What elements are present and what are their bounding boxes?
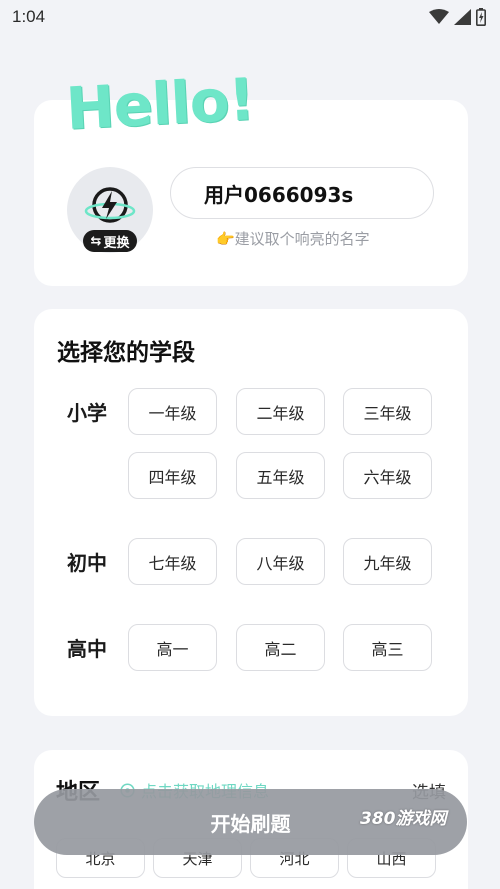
- grade-button[interactable]: 高三: [343, 624, 432, 671]
- status-icons: [429, 8, 486, 26]
- grade-button[interactable]: 一年级: [128, 388, 217, 435]
- grade-button[interactable]: 八年级: [236, 538, 325, 585]
- grade-section-title: 选择您的学段: [57, 340, 195, 366]
- grade-button[interactable]: 高二: [236, 624, 325, 671]
- status-bar: 1:04: [0, 0, 500, 34]
- grade-button[interactable]: 二年级: [236, 388, 325, 435]
- level-label-high: 高中: [67, 637, 107, 661]
- grade-card: 选择您的学段 小学 一年级 二年级 三年级 四年级 五年级 六年级 初中 七年级…: [34, 309, 468, 716]
- grade-button[interactable]: 九年级: [343, 538, 432, 585]
- level-label-primary: 小学: [67, 401, 107, 425]
- avatar-logo-icon: [84, 187, 136, 223]
- grade-button[interactable]: 高一: [128, 624, 217, 671]
- grade-button[interactable]: 四年级: [128, 452, 217, 499]
- wifi-icon: [429, 9, 449, 24]
- username-hint: 👉建议取个响亮的名字: [216, 230, 370, 248]
- status-time: 1:04: [12, 7, 46, 26]
- change-avatar-button[interactable]: ⇆ 更换: [83, 230, 137, 252]
- grade-button[interactable]: 五年级: [236, 452, 325, 499]
- signal-icon: [454, 9, 471, 25]
- battery-icon: [476, 8, 486, 26]
- grade-button[interactable]: 六年级: [343, 452, 432, 499]
- watermark: 380游戏网: [360, 809, 447, 829]
- greeting-title: Hello!: [64, 65, 256, 143]
- grade-button[interactable]: 三年级: [343, 388, 432, 435]
- level-label-middle: 初中: [67, 551, 107, 575]
- grade-button[interactable]: 七年级: [128, 538, 217, 585]
- username-field[interactable]: 用户0666093s: [170, 167, 434, 219]
- change-avatar-label: 更换: [103, 235, 130, 251]
- swap-icon: ⇆: [90, 233, 102, 249]
